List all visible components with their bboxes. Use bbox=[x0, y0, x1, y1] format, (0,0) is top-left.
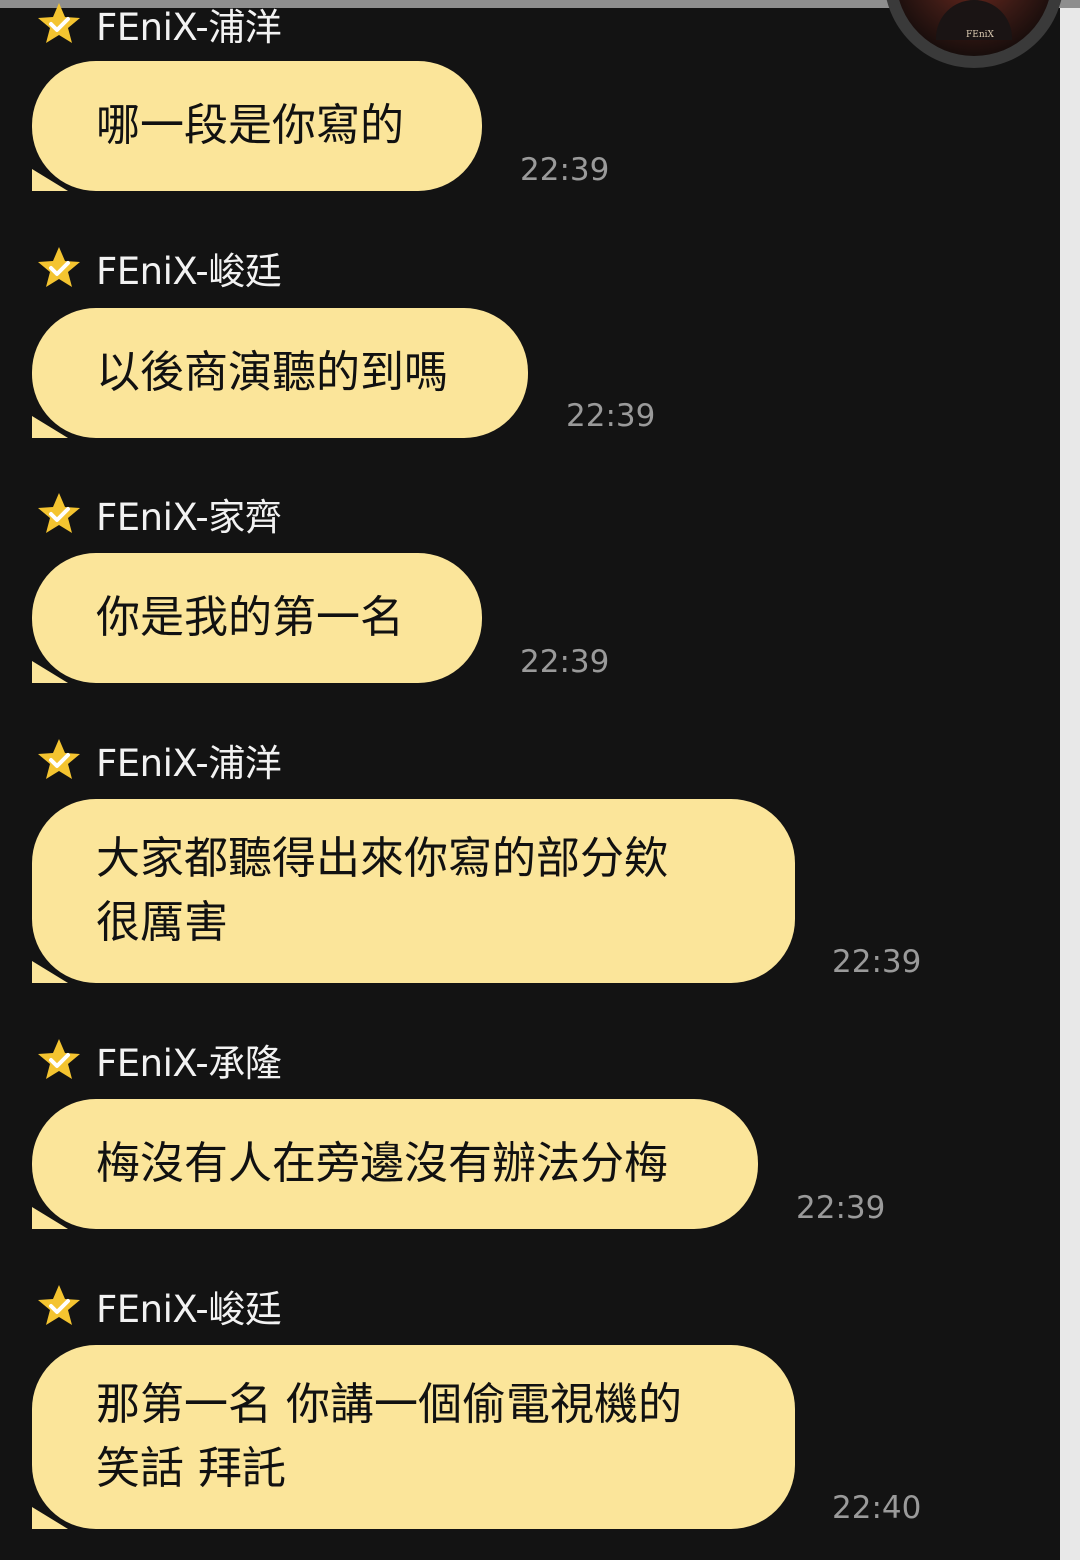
bubble-tail bbox=[32, 169, 68, 191]
verified-star-icon bbox=[38, 3, 80, 43]
bubble-tail bbox=[32, 961, 68, 983]
sender-name: FEniX-峻廷 bbox=[96, 250, 282, 293]
message-bubble[interactable]: 那第一名 你講一個偷電視機的 笑話 拜託 bbox=[32, 1345, 795, 1529]
group-avatar-frame[interactable]: FEniX bbox=[884, 0, 1064, 68]
message-sender[interactable]: FEniX-承隆 bbox=[36, 1036, 282, 1085]
avatar-caption: FEniX bbox=[966, 30, 994, 40]
verified-star-icon bbox=[38, 1039, 80, 1079]
message-text: 大家都聽得出來你寫的部分欸 很厲害 bbox=[96, 833, 668, 948]
message-time: 22:39 bbox=[520, 152, 610, 188]
message-sender[interactable]: FEniX-峻廷 bbox=[36, 244, 282, 293]
bubble-tail bbox=[32, 661, 68, 683]
verified-star-icon bbox=[38, 247, 80, 287]
message-time: 22:39 bbox=[832, 944, 922, 980]
verified-star-icon bbox=[38, 1285, 80, 1325]
bubble-tail bbox=[32, 416, 68, 438]
sender-name: FEniX-承隆 bbox=[96, 1042, 282, 1085]
message-time: 22:40 bbox=[832, 1490, 922, 1526]
sender-name: FEniX-浦洋 bbox=[96, 742, 282, 785]
bubble-tail bbox=[32, 1507, 68, 1529]
message-text: 那第一名 你講一個偷電視機的 笑話 拜託 bbox=[96, 1379, 682, 1494]
message-sender[interactable]: FEniX-峻廷 bbox=[36, 1282, 282, 1331]
sender-name: FEniX-家齊 bbox=[96, 496, 282, 539]
message-text: 梅沒有人在旁邊沒有辦法分梅 bbox=[96, 1138, 668, 1189]
message-text: 以後商演聽的到嗎 bbox=[96, 347, 448, 398]
message-bubble[interactable]: 梅沒有人在旁邊沒有辦法分梅 bbox=[32, 1099, 758, 1229]
message-time: 22:39 bbox=[796, 1190, 886, 1226]
message-time: 22:39 bbox=[566, 398, 656, 434]
message-bubble[interactable]: 你是我的第一名 bbox=[32, 553, 482, 683]
bubble-tail bbox=[32, 1207, 68, 1229]
message-bubble[interactable]: 以後商演聽的到嗎 bbox=[32, 308, 528, 438]
message-text: 你是我的第一名 bbox=[96, 592, 404, 643]
message-sender[interactable]: FEniX-浦洋 bbox=[36, 736, 282, 785]
message-text: 哪一段是你寫的 bbox=[96, 100, 404, 151]
sender-name: FEniX-浦洋 bbox=[96, 6, 282, 49]
message-sender[interactable]: FEniX-家齊 bbox=[36, 490, 282, 539]
verified-star-icon bbox=[38, 739, 80, 779]
scrollbar[interactable] bbox=[1060, 8, 1080, 1560]
sender-name: FEniX-峻廷 bbox=[96, 1288, 282, 1331]
verified-star-icon bbox=[38, 493, 80, 533]
message-bubble[interactable]: 大家都聽得出來你寫的部分欸 很厲害 bbox=[32, 799, 795, 983]
message-bubble[interactable]: 哪一段是你寫的 bbox=[32, 61, 482, 191]
message-sender[interactable]: FEniX-浦洋 bbox=[36, 0, 282, 49]
group-avatar[interactable]: FEniX bbox=[896, 0, 1052, 56]
message-time: 22:39 bbox=[520, 644, 610, 680]
